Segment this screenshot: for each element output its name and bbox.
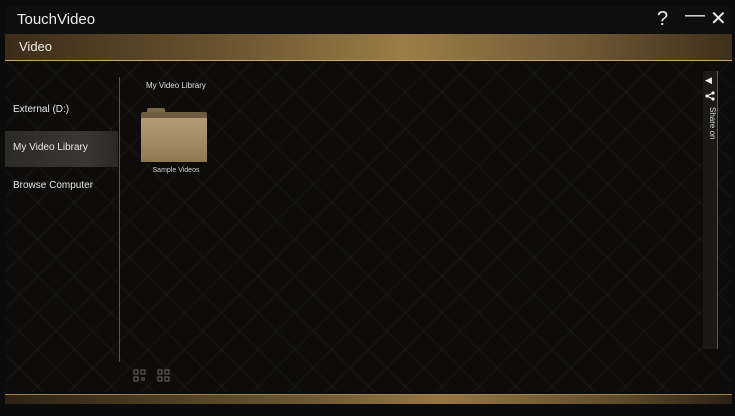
section-header: Video [5,34,732,61]
folder-icon [141,118,207,162]
share-icon [705,91,715,101]
close-button[interactable]: ✕ [710,8,727,30]
list-view-icon[interactable] [133,369,146,382]
sidebar-item-external-drive[interactable]: External (D:) [5,93,118,129]
app-title: TouchVideo [17,11,96,28]
sidebar: External (D:) My Video Library Browse Co… [5,61,118,392]
sidebar-item-browse-computer[interactable]: Browse Computer [5,169,118,205]
collapse-arrow-icon[interactable]: ◀ [705,75,712,86]
share-on-label: Share on [708,107,717,140]
share-panel-edge [717,71,718,349]
section-title: Video [19,39,53,54]
breadcrumb: My Video Library [146,81,206,90]
sidebar-item-label: Browse Computer [13,180,94,191]
sidebar-item-label: External (D:) [13,104,70,115]
minimize-button[interactable]: — [685,4,705,26]
folder-sample-videos[interactable] [141,108,207,170]
bottom-bar [5,394,732,404]
help-button[interactable]: ? [657,8,668,30]
folder-label: Sample Videos [152,167,200,174]
share-panel[interactable]: ◀ Share on [703,71,717,349]
grid-view-icon[interactable] [157,369,170,382]
sidebar-item-label: My Video Library [13,142,88,153]
sidebar-item-my-video-library[interactable]: My Video Library [5,131,118,167]
sidebar-divider [119,77,120,362]
title-bar: TouchVideo ? — ✕ [5,4,732,34]
main-area: External (D:) My Video Library Browse Co… [5,61,732,392]
